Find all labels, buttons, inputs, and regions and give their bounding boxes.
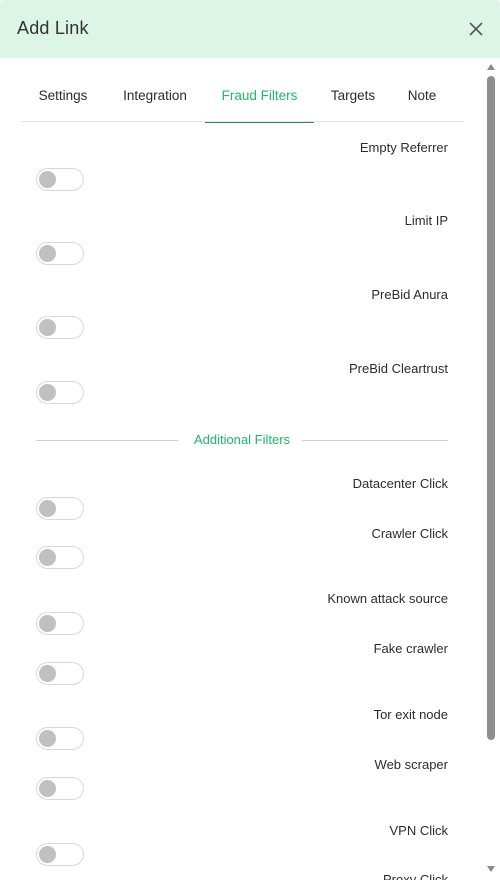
toggle-crawler-click[interactable] — [36, 546, 84, 569]
tab-fraud-filters[interactable]: Fraud Filters — [205, 80, 314, 123]
additional-filters-divider: Additional Filters — [36, 432, 448, 447]
toggle-fake-crawler[interactable] — [36, 662, 84, 685]
toggle-knob — [39, 384, 56, 401]
toggle-known-attack-source[interactable] — [36, 612, 84, 635]
close-icon[interactable] — [466, 19, 486, 39]
toggle-knob — [39, 846, 56, 863]
toggle-prebid-anura[interactable] — [36, 316, 84, 339]
tab-targets[interactable]: Targets — [319, 80, 387, 122]
filter-label-datacenter-click: Datacenter Click — [352, 476, 448, 491]
modal-header: Add Link — [0, 0, 500, 58]
toggle-knob — [39, 500, 56, 517]
scroll-down-arrow-icon[interactable] — [487, 866, 495, 872]
toggle-tor-exit-node[interactable] — [36, 727, 84, 750]
filter-label-empty-referrer: Empty Referrer — [359, 140, 448, 155]
tab-note[interactable]: Note — [395, 80, 449, 122]
toggle-datacenter-click[interactable] — [36, 497, 84, 520]
modal-body: Settings Integration Fraud Filters Targe… — [0, 58, 500, 880]
tab-integration[interactable]: Integration — [107, 80, 203, 122]
filter-label-fake-crawler: Fake crawler — [373, 641, 448, 656]
filter-label-prebid-anura: PreBid Anura — [371, 287, 448, 302]
toggle-limit-ip[interactable] — [36, 242, 84, 265]
filter-label-prebid-cleartrust: PreBid Cleartrust — [349, 361, 448, 376]
toggle-knob — [39, 245, 56, 262]
additional-filters-heading: Additional Filters — [185, 432, 299, 447]
toggle-knob — [39, 549, 56, 566]
add-link-modal: Add Link Settings Integration Fraud Filt… — [0, 0, 500, 880]
toggle-knob — [39, 730, 56, 747]
filter-label-proxy-click: Proxy Click — [382, 872, 448, 880]
filter-label-limit-ip: Limit IP — [404, 213, 448, 228]
toggle-empty-referrer[interactable] — [36, 168, 84, 191]
filter-label-vpn-click: VPN Click — [389, 823, 448, 838]
toggle-knob — [39, 319, 56, 336]
toggle-knob — [39, 171, 56, 188]
vertical-scrollbar[interactable] — [485, 58, 497, 880]
toggle-prebid-cleartrust[interactable] — [36, 381, 84, 404]
modal-title: Add Link — [17, 18, 89, 38]
filter-label-known-attack-source: Known attack source — [327, 591, 448, 606]
toggle-vpn-click[interactable] — [36, 843, 84, 866]
filter-label-crawler-click: Crawler Click — [371, 526, 448, 541]
tab-settings[interactable]: Settings — [21, 80, 105, 122]
tab-bar: Settings Integration Fraud Filters Targe… — [21, 80, 464, 123]
toggle-knob — [39, 665, 56, 682]
filter-label-tor-exit-node: Tor exit node — [373, 707, 448, 722]
filter-label-web-scraper: Web scraper — [374, 757, 448, 772]
scrollbar-thumb[interactable] — [487, 76, 495, 740]
toggle-web-scraper[interactable] — [36, 777, 84, 800]
toggle-knob — [39, 780, 56, 797]
scroll-up-arrow-icon[interactable] — [487, 64, 495, 70]
toggle-knob — [39, 615, 56, 632]
